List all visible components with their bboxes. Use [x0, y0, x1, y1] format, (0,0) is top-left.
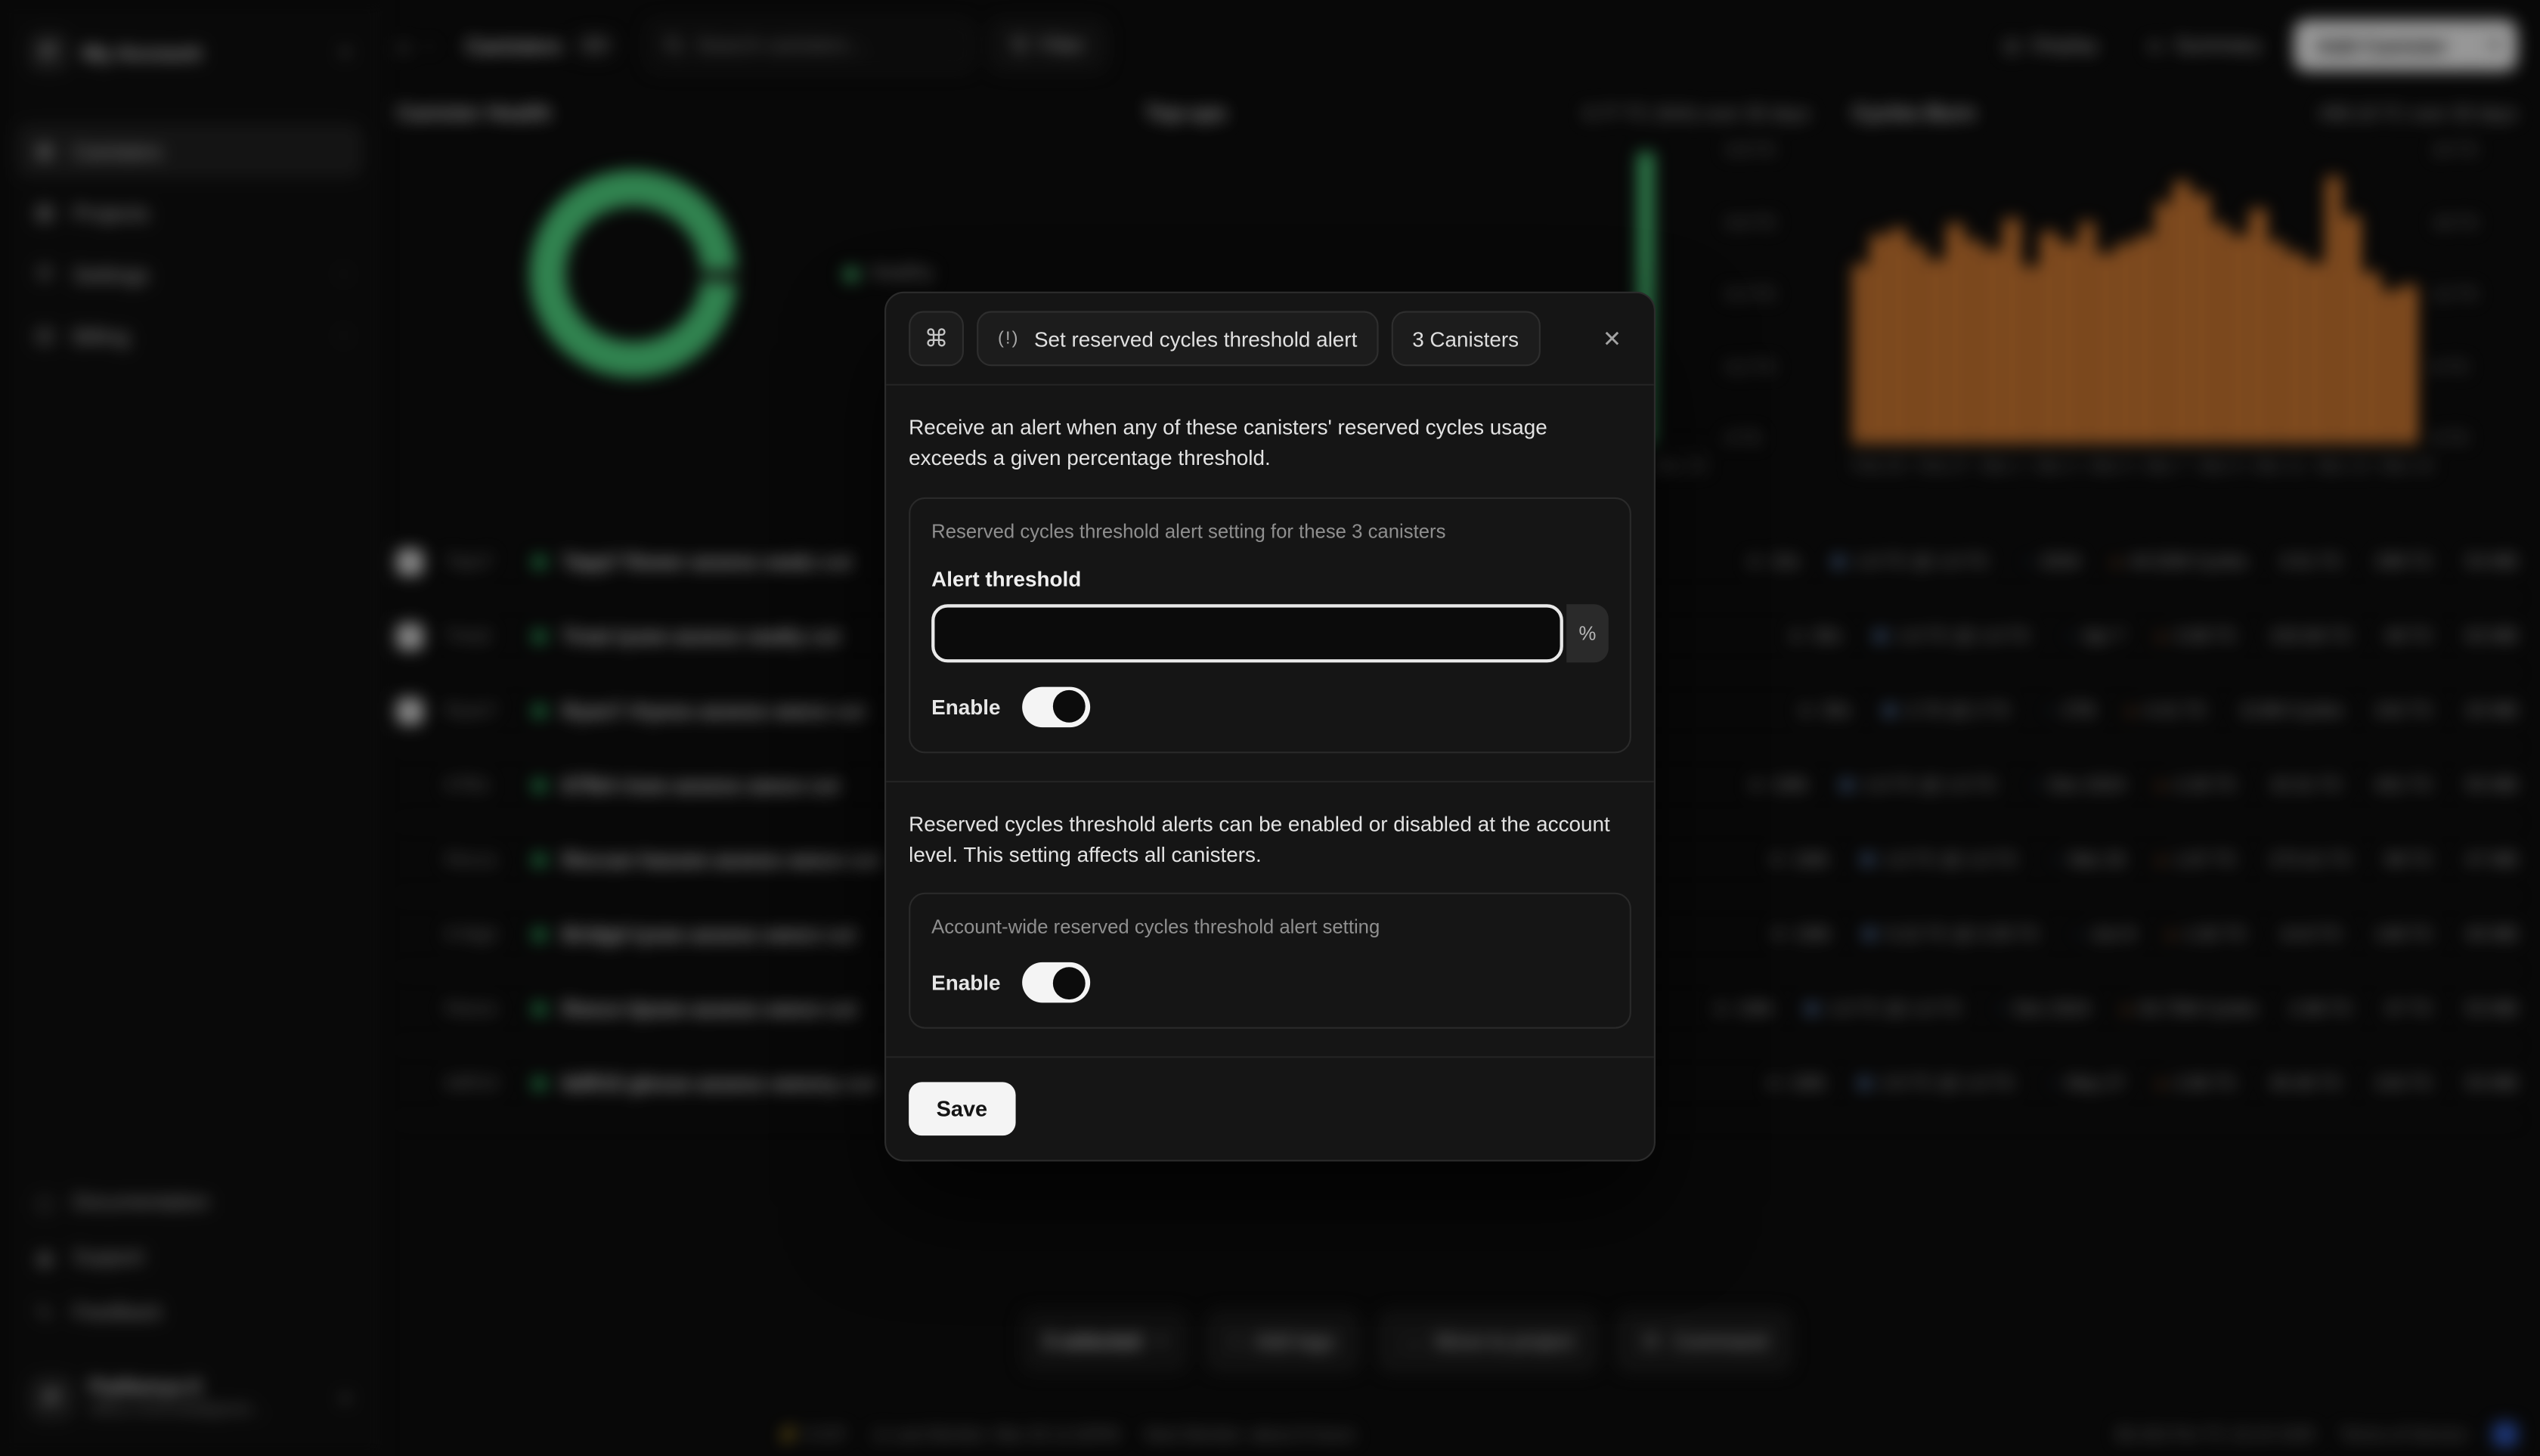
modal-intro-text: Receive an alert when any of these canis…: [909, 413, 1631, 474]
enable-toggle[interactable]: [1021, 686, 1089, 727]
threshold-setting-group: Reserved cycles threshold alert setting …: [909, 497, 1631, 753]
canisters-badge[interactable]: 3 Canisters: [1391, 311, 1540, 366]
command-icon[interactable]: ⌘: [909, 311, 964, 366]
enable-label: Enable: [931, 695, 1000, 719]
modal-header: ⌘ (!) Set reserved cycles threshold aler…: [886, 293, 1654, 384]
toggle-knob: [1052, 967, 1085, 999]
group-caption: Account-wide reserved cycles threshold a…: [931, 916, 1609, 939]
modal-section-1: Receive an alert when any of these canis…: [886, 386, 1654, 780]
account-level-note: Reserved cycles threshold alerts can be …: [909, 810, 1631, 871]
group-caption: Reserved cycles threshold alert setting …: [931, 519, 1609, 542]
alert-threshold-label: Alert threshold: [931, 566, 1609, 590]
threshold-alert-modal: ⌘ (!) Set reserved cycles threshold aler…: [884, 292, 1656, 1163]
app-root: P My Account ▾ ▣Canisters▦Projects⚙Setti…: [0, 0, 2540, 1456]
save-button[interactable]: Save: [909, 1083, 1014, 1136]
close-icon[interactable]: ✕: [1593, 318, 1631, 359]
percent-suffix: %: [1566, 604, 1609, 662]
enable-label: Enable: [931, 971, 1000, 995]
account-enable-toggle[interactable]: [1021, 963, 1089, 1004]
modal-footer: Save: [886, 1058, 1654, 1160]
account-wide-group: Account-wide reserved cycles threshold a…: [909, 894, 1631, 1030]
modal-title-chip[interactable]: (!) Set reserved cycles threshold alert: [977, 311, 1378, 366]
threshold-alert-icon: (!): [998, 329, 1020, 349]
modal-title: Set reserved cycles threshold alert: [1034, 327, 1357, 351]
alert-threshold-input[interactable]: [934, 607, 1560, 659]
alert-threshold-field: [931, 604, 1563, 662]
modal-section-2: Reserved cycles threshold alerts can be …: [886, 782, 1654, 1057]
toggle-knob: [1052, 690, 1085, 723]
